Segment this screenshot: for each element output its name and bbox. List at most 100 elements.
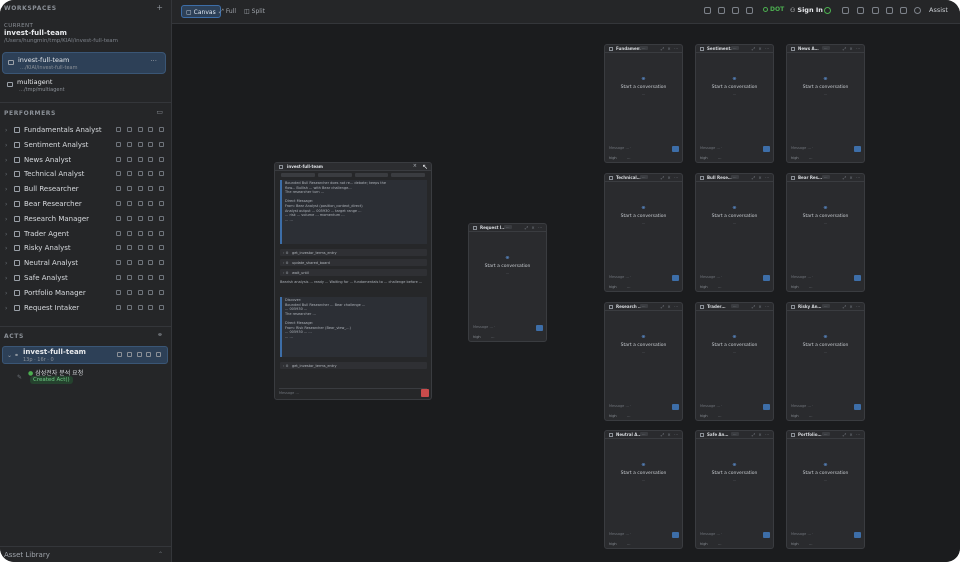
agent-card[interactable]: Technical…… ⤢ × ⋯ ⚭ Start a conversation… Me… bbox=[604, 173, 683, 292]
duplicate-icon[interactable] bbox=[148, 141, 154, 147]
copy-icon[interactable] bbox=[126, 352, 132, 357]
chat-input[interactable]: Message ... bbox=[279, 388, 427, 396]
card-controls-icon[interactable]: ⤢ × ⋯ bbox=[661, 46, 679, 51]
model-select[interactable]: high bbox=[791, 285, 799, 289]
delete-icon[interactable] bbox=[159, 127, 164, 132]
card-controls-icon[interactable]: ⤢ × ⋯ bbox=[752, 304, 770, 309]
agent-card[interactable]: Research …… ⤢ × ⋯ ⚭ Start a conversation… Me… bbox=[604, 302, 683, 421]
send-button[interactable] bbox=[672, 404, 679, 410]
card-input[interactable]: Message … · bbox=[700, 404, 761, 410]
model-select[interactable]: high bbox=[791, 414, 799, 418]
workspace-item-invest-full-team[interactable]: invest-full-team …/KIAI/invest-full-team… bbox=[2, 52, 166, 74]
agent-card[interactable]: Trader… … ⤢ × ⋯ ⚭ Start a conversation … Messa… bbox=[695, 302, 774, 421]
close-icon[interactable]: × bbox=[413, 163, 417, 169]
chevron-right-icon[interactable]: › bbox=[5, 290, 7, 297]
zoom-out-icon[interactable] bbox=[704, 7, 711, 14]
card-controls-icon[interactable]: ⤢ × ⋯ bbox=[752, 175, 770, 180]
agent-card[interactable]: News A…… ⤢ × ⋯ ⚭ Start a conversation… Messa… bbox=[786, 44, 865, 163]
mode-select[interactable]: … bbox=[809, 285, 813, 289]
send-button[interactable] bbox=[763, 404, 770, 410]
view-icon[interactable] bbox=[116, 127, 121, 132]
mode-select[interactable]: … bbox=[809, 414, 813, 418]
agent-card[interactable]: Risky An…… ⤢ × ⋯ ⚭ Start a conversation… Mes… bbox=[786, 302, 865, 421]
copy-icon[interactable] bbox=[126, 127, 132, 132]
model-select[interactable]: high bbox=[609, 414, 617, 418]
mode-select[interactable]: … bbox=[627, 542, 631, 546]
edit-icon[interactable] bbox=[137, 245, 143, 251]
chat-icon[interactable]: ▭ bbox=[156, 108, 163, 116]
send-button[interactable] bbox=[763, 532, 770, 538]
view-icon[interactable] bbox=[116, 186, 121, 192]
chevron-right-icon[interactable]: › bbox=[5, 201, 7, 208]
edit-icon[interactable] bbox=[137, 201, 143, 206]
view-icon[interactable] bbox=[116, 201, 121, 206]
card-input[interactable]: Message … · bbox=[791, 146, 852, 152]
edit-icon[interactable] bbox=[136, 352, 142, 357]
card-input[interactable]: Message … · bbox=[609, 404, 670, 410]
mode-select[interactable]: … bbox=[809, 156, 813, 160]
duplicate-icon[interactable] bbox=[148, 289, 154, 295]
copy-icon[interactable] bbox=[126, 245, 132, 251]
model-select[interactable]: high bbox=[609, 542, 617, 546]
chevron-right-icon[interactable]: › bbox=[5, 216, 7, 223]
view-icon[interactable] bbox=[117, 352, 122, 357]
agent-card[interactable]: Fundament…… ⤢ × ⋯ ⚭ Start a conversation… Me… bbox=[604, 44, 683, 163]
card-input[interactable]: Message … · bbox=[609, 275, 670, 281]
card-controls-icon[interactable]: ⤢ × ⋯ bbox=[843, 175, 861, 180]
send-button[interactable] bbox=[672, 532, 679, 538]
copy-icon[interactable] bbox=[126, 201, 132, 206]
tool-call-row[interactable]: › ⚙ update_shared_board bbox=[280, 259, 427, 266]
delete-icon[interactable] bbox=[159, 215, 164, 221]
agent-card[interactable]: Neutral A…… ⤢ × ⋯ ⚭ Start a conversation… Me… bbox=[604, 430, 683, 549]
send-button[interactable] bbox=[536, 325, 543, 331]
delete-icon[interactable] bbox=[159, 245, 164, 251]
copy-icon[interactable] bbox=[126, 289, 132, 295]
view-icon[interactable] bbox=[116, 215, 121, 221]
card-controls-icon[interactable]: ⤢ × ⋯ bbox=[661, 175, 679, 180]
chevron-right-icon[interactable]: › bbox=[5, 305, 7, 312]
gear-icon[interactable] bbox=[900, 7, 907, 14]
delete-icon[interactable] bbox=[159, 260, 164, 266]
chevron-right-icon[interactable]: › bbox=[5, 142, 7, 149]
duplicate-icon[interactable] bbox=[148, 304, 154, 310]
send-button[interactable] bbox=[854, 404, 861, 410]
chat-tab[interactable] bbox=[281, 173, 315, 177]
model-select[interactable]: high bbox=[791, 156, 799, 160]
card-controls-icon[interactable]: ⤢ × ⋯ bbox=[525, 225, 543, 230]
delete-icon[interactable] bbox=[159, 141, 164, 147]
agent-card[interactable]: Bear Res…… ⤢ × ⋯ ⚭ Start a conversation… Mes… bbox=[786, 173, 865, 292]
copy-icon[interactable] bbox=[126, 215, 132, 221]
duplicate-icon[interactable] bbox=[148, 245, 154, 251]
more-icon[interactable]: ··· bbox=[150, 57, 157, 65]
mode-select[interactable]: … bbox=[718, 414, 722, 418]
delete-icon[interactable] bbox=[159, 304, 164, 310]
workspace-item-multiagent[interactable]: multiagent …/tmp/multiagent bbox=[2, 75, 166, 97]
performer-item[interactable]: › Neutral Analyst bbox=[0, 257, 170, 272]
view-icon[interactable] bbox=[116, 171, 121, 177]
performer-item[interactable]: › Request Intaker bbox=[0, 302, 170, 317]
model-select[interactable]: high bbox=[609, 285, 617, 289]
sign-in-button[interactable]: ⚇ Sign In bbox=[790, 6, 823, 14]
performer-item[interactable]: › Bear Researcher bbox=[0, 198, 170, 213]
mode-select[interactable]: … bbox=[718, 156, 722, 160]
copy-icon[interactable] bbox=[126, 230, 132, 236]
send-button[interactable] bbox=[672, 146, 679, 152]
edit-icon[interactable] bbox=[137, 289, 143, 295]
send-button[interactable] bbox=[672, 275, 679, 281]
act-item-invest-full-team[interactable]: ⌄ ⚭ invest-full-team 13p · 16r · 0 bbox=[2, 346, 168, 364]
theme-icon[interactable] bbox=[914, 7, 921, 14]
view-icon[interactable] bbox=[116, 304, 121, 310]
chevron-right-icon[interactable]: › bbox=[5, 275, 7, 282]
chevron-down-icon[interactable]: ⌄ bbox=[7, 352, 12, 359]
card-controls-icon[interactable]: ⤢ × ⋯ bbox=[661, 304, 679, 309]
edit-icon[interactable] bbox=[137, 215, 143, 221]
card-controls-icon[interactable]: ⤢ × ⋯ bbox=[843, 304, 861, 309]
model-select[interactable]: high bbox=[700, 285, 708, 289]
card-input[interactable]: Message … · bbox=[700, 532, 761, 538]
performer-item[interactable]: › Bull Researcher bbox=[0, 183, 170, 198]
terminal-icon[interactable] bbox=[857, 7, 864, 14]
performer-item[interactable]: › Technical Analyst bbox=[0, 168, 170, 183]
send-button[interactable] bbox=[763, 146, 770, 152]
sync-icon[interactable] bbox=[824, 7, 831, 14]
duplicate-icon[interactable] bbox=[148, 156, 154, 162]
